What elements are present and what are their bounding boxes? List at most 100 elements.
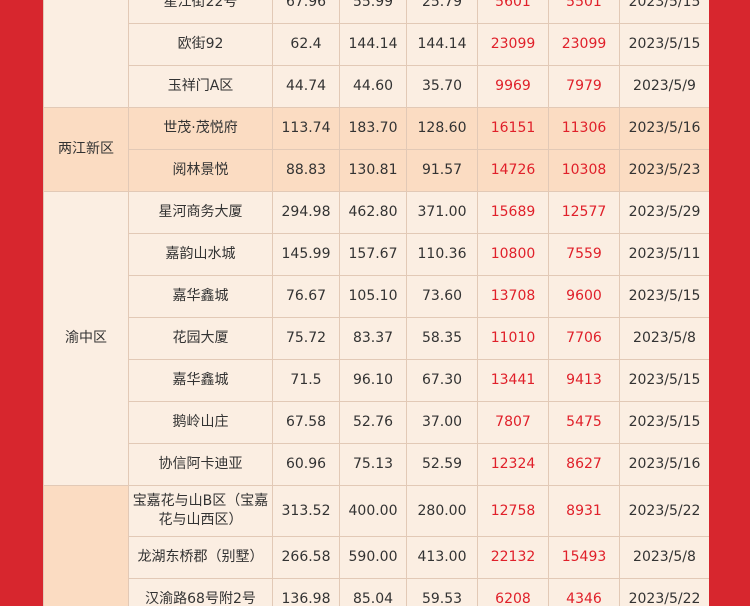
table-wrap: 星江街22号 67.96 55.99 25.79 5601 5501 2023/… xyxy=(43,0,709,606)
value-col1: 44.74 xyxy=(272,65,340,108)
region-cell: 渝中区 xyxy=(43,191,129,486)
price-col1: 13441 xyxy=(477,359,549,402)
value-col3: 128.60 xyxy=(406,107,478,150)
value-col2: 105.10 xyxy=(339,275,407,318)
value-col3: 25.79 xyxy=(406,0,478,24)
price-col2: 23099 xyxy=(548,23,620,66)
value-col3: 67.30 xyxy=(406,359,478,402)
table-row[interactable]: 鹅岭山庄 67.58 52.76 37.00 7807 5475 2023/5/… xyxy=(44,401,709,444)
property-name: 花园大厦 xyxy=(128,317,273,360)
price-col2: 10308 xyxy=(548,149,620,192)
value-col2: 144.14 xyxy=(339,23,407,66)
price-col2: 5501 xyxy=(548,0,620,24)
value-col1: 67.58 xyxy=(272,401,340,444)
date-cell: 2023/5/22 xyxy=(619,578,709,606)
price-col1: 11010 xyxy=(477,317,549,360)
region-cell: 两江新区 xyxy=(43,107,129,192)
value-col3: 91.57 xyxy=(406,149,478,192)
value-col3: 35.70 xyxy=(406,65,478,108)
date-cell: 2023/5/9 xyxy=(619,65,709,108)
value-col2: 55.99 xyxy=(339,0,407,24)
region-cell xyxy=(43,0,129,108)
value-col3: 52.59 xyxy=(406,443,478,486)
price-col2: 8931 xyxy=(548,485,620,537)
property-name: 欧街92 xyxy=(128,23,273,66)
value-col2: 85.04 xyxy=(339,578,407,606)
property-name: 嘉韵山水城 xyxy=(128,233,273,276)
date-cell: 2023/5/29 xyxy=(619,191,709,234)
value-col1: 76.67 xyxy=(272,275,340,318)
property-name: 鹅岭山庄 xyxy=(128,401,273,444)
value-col1: 313.52 xyxy=(272,485,340,537)
value-col2: 157.67 xyxy=(339,233,407,276)
price-col1: 6208 xyxy=(477,578,549,606)
price-col1: 12758 xyxy=(477,485,549,537)
date-cell: 2023/5/22 xyxy=(619,485,709,537)
value-col1: 294.98 xyxy=(272,191,340,234)
price-col2: 4346 xyxy=(548,578,620,606)
price-col2: 9600 xyxy=(548,275,620,318)
price-col1: 14726 xyxy=(477,149,549,192)
value-col3: 144.14 xyxy=(406,23,478,66)
date-cell: 2023/5/15 xyxy=(619,275,709,318)
property-name: 玉祥门A区 xyxy=(128,65,273,108)
table-row[interactable]: 嘉华鑫城 71.5 96.10 67.30 13441 9413 2023/5/… xyxy=(44,359,709,402)
table-row[interactable]: 两江新区 世茂·茂悦府 113.74 183.70 128.60 16151 1… xyxy=(43,107,709,192)
table-row[interactable]: 玉祥门A区 44.74 44.60 35.70 9969 7979 2023/5… xyxy=(44,65,709,108)
value-col2: 400.00 xyxy=(339,485,407,537)
price-col1: 16151 xyxy=(477,107,549,150)
date-cell: 2023/5/15 xyxy=(619,0,709,24)
table-row[interactable]: 宝嘉花与山B区（宝嘉花与山西区） 313.52 400.00 280.00 12… xyxy=(43,485,709,606)
table-row[interactable]: 嘉华鑫城 76.67 105.10 73.60 13708 9600 2023/… xyxy=(44,275,709,318)
price-col1: 23099 xyxy=(477,23,549,66)
price-col2: 8627 xyxy=(548,443,620,486)
price-col2: 15493 xyxy=(548,536,620,579)
table-row[interactable]: 汉渝路68号附2号 136.98 85.04 59.53 6208 4346 2… xyxy=(44,578,709,606)
property-name: 宝嘉花与山B区（宝嘉花与山西区） xyxy=(128,485,273,537)
value-col3: 371.00 xyxy=(406,191,478,234)
date-cell: 2023/5/16 xyxy=(619,107,709,150)
value-col2: 590.00 xyxy=(339,536,407,579)
date-cell: 2023/5/15 xyxy=(619,359,709,402)
table-row[interactable]: 协信阿卡迪亚 60.96 75.13 52.59 12324 8627 2023… xyxy=(44,443,709,486)
table-row[interactable]: 欧街92 62.4 144.14 144.14 23099 23099 2023… xyxy=(44,23,709,66)
table-row[interactable]: 星江街22号 67.96 55.99 25.79 5601 5501 2023/… xyxy=(43,0,709,108)
table-row[interactable]: 阅林景悦 88.83 130.81 91.57 14726 10308 2023… xyxy=(44,149,709,192)
price-col1: 7807 xyxy=(477,401,549,444)
price-col2: 5475 xyxy=(548,401,620,444)
region-cell xyxy=(43,485,129,606)
price-col1: 13708 xyxy=(477,275,549,318)
property-name: 星江街22号 xyxy=(128,0,273,24)
property-name: 星河商务大厦 xyxy=(128,191,273,234)
property-name: 协信阿卡迪亚 xyxy=(128,443,273,486)
value-col1: 71.5 xyxy=(272,359,340,402)
value-col3: 37.00 xyxy=(406,401,478,444)
price-col2: 7979 xyxy=(548,65,620,108)
value-col3: 413.00 xyxy=(406,536,478,579)
table-row[interactable]: 花园大厦 75.72 83.37 58.35 11010 7706 2023/5… xyxy=(44,317,709,360)
date-cell: 2023/5/15 xyxy=(619,401,709,444)
date-cell: 2023/5/8 xyxy=(619,536,709,579)
value-col2: 462.80 xyxy=(339,191,407,234)
value-col2: 52.76 xyxy=(339,401,407,444)
property-name: 汉渝路68号附2号 xyxy=(128,578,273,606)
value-col3: 280.00 xyxy=(406,485,478,537)
price-col1: 9969 xyxy=(477,65,549,108)
value-col1: 88.83 xyxy=(272,149,340,192)
value-col3: 110.36 xyxy=(406,233,478,276)
price-col2: 11306 xyxy=(548,107,620,150)
value-col2: 183.70 xyxy=(339,107,407,150)
date-cell: 2023/5/23 xyxy=(619,149,709,192)
price-col1: 22132 xyxy=(477,536,549,579)
table-row[interactable]: 渝中区 星河商务大厦 294.98 462.80 371.00 15689 12… xyxy=(43,191,709,486)
table-row[interactable]: 龙湖东桥郡（别墅） 266.58 590.00 413.00 22132 154… xyxy=(44,536,709,579)
date-cell: 2023/5/11 xyxy=(619,233,709,276)
value-col1: 266.58 xyxy=(272,536,340,579)
property-price-table: 星江街22号 67.96 55.99 25.79 5601 5501 2023/… xyxy=(43,0,709,606)
table-row[interactable]: 嘉韵山水城 145.99 157.67 110.36 10800 7559 20… xyxy=(44,233,709,276)
listing-table-panel: 星江街22号 67.96 55.99 25.79 5601 5501 2023/… xyxy=(43,0,709,606)
date-cell: 2023/5/15 xyxy=(619,23,709,66)
property-name: 嘉华鑫城 xyxy=(128,275,273,318)
price-col2: 9413 xyxy=(548,359,620,402)
property-name: 嘉华鑫城 xyxy=(128,359,273,402)
